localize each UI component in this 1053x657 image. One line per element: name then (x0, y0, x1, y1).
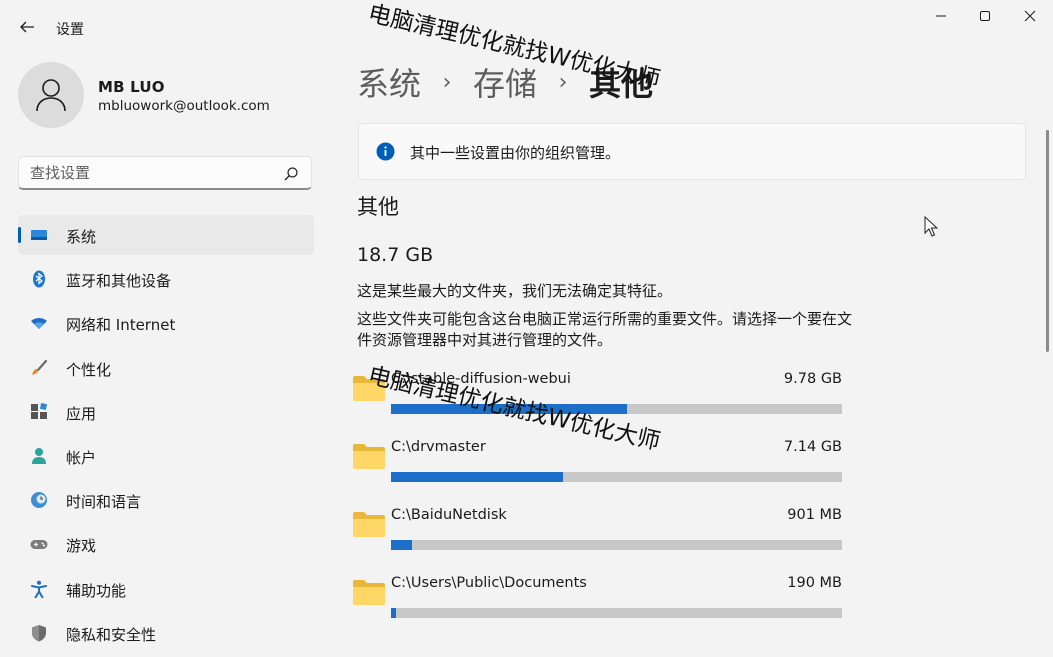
sidebar-item-personalization[interactable]: 个性化 (18, 348, 314, 388)
folder-row[interactable]: C:\Users\Public\Documents 190 MB (352, 572, 852, 640)
folder-path: C:\Users\Public\Documents (391, 575, 587, 591)
wifi-icon (31, 318, 47, 330)
arrow-left-icon (20, 21, 34, 33)
usage-bar (391, 608, 842, 618)
folder-size: 901 MB (787, 507, 842, 523)
bluetooth-icon (33, 270, 45, 288)
breadcrumb-item-storage[interactable]: 存储 (473, 59, 537, 105)
monitor-icon (31, 230, 47, 240)
folder-path: C:\drvmaster (391, 439, 486, 455)
maximize-button[interactable] (962, 0, 1008, 32)
folder-path: C:\stable-diffusion-webui (391, 371, 571, 387)
sidebar-item-label: 辅助功能 (66, 581, 127, 600)
shield-icon (32, 624, 46, 642)
folder-size: 7.14 GB (783, 439, 842, 455)
page-title: 其他 (589, 65, 654, 103)
info-text: 其中一些设置由你的组织管理。 (410, 144, 621, 162)
folder-list: C:\stable-diffusion-webui 9.78 GB C:\drv… (352, 368, 852, 640)
account-icon (32, 447, 46, 464)
app-title: 设置 (56, 22, 84, 38)
accessibility-icon (31, 580, 47, 598)
usage-bar-fill (391, 472, 564, 482)
sidebar-item-label: 网络和 Internet (66, 316, 176, 335)
avatar (18, 62, 84, 128)
description-text: 这是某些最大的文件夹，我们无法确定其特征。 (357, 282, 673, 300)
person-icon (36, 79, 66, 112)
minimize-button[interactable] (918, 0, 964, 32)
minimize-icon (936, 15, 946, 17)
folder-icon (353, 580, 385, 605)
info-icon (376, 142, 395, 161)
sidebar-item-label: 时间和语言 (66, 493, 142, 512)
breadcrumb-item-system[interactable]: 系统 (357, 59, 421, 105)
user-name: MB LUO (98, 78, 165, 96)
back-button[interactable] (14, 14, 40, 40)
usage-bar (391, 472, 842, 482)
sidebar-item-privacy[interactable]: 隐私和安全性 (18, 613, 314, 653)
folder-size: 9.78 GB (783, 371, 842, 387)
search-input[interactable] (30, 163, 270, 183)
sidebar-item-accounts[interactable]: 帐户 (18, 436, 314, 476)
sidebar-item-system[interactable]: 系统 (18, 215, 314, 255)
usage-bar (391, 540, 842, 550)
folder-row[interactable]: C:\drvmaster 7.14 GB (352, 436, 852, 504)
gamepad-icon (30, 540, 48, 550)
sidebar-item-label: 系统 (66, 228, 97, 246)
sidebar-item-label: 个性化 (66, 360, 112, 379)
folder-icon (353, 376, 385, 401)
info-banner: 其中一些设置由你的组织管理。 (358, 123, 1026, 180)
close-icon (1024, 10, 1036, 22)
user-profile[interactable]: MB LUO mbluowork@outlook.com (18, 62, 318, 130)
apps-icon (31, 402, 48, 419)
search-box[interactable] (18, 156, 312, 190)
sidebar-item-gaming[interactable]: 游戏 (18, 524, 314, 564)
folder-size: 190 MB (787, 575, 842, 591)
breadcrumb-separator: › (558, 69, 568, 95)
total-size: 18.7 GB (357, 244, 434, 266)
usage-bar-fill (391, 608, 396, 618)
sidebar-item-label: 帐户 (66, 448, 97, 467)
folder-icon (353, 444, 385, 469)
sidebar-item-time-language[interactable]: 时间和语言 (18, 480, 314, 520)
sidebar-nav: 系统 蓝牙和其他设备 网络和 Internet 个性化 应用 帐户 时间和语言 … (18, 215, 314, 657)
usage-bar (391, 404, 842, 414)
folder-icon (353, 512, 385, 537)
description-text-2: 这些文件夹可能包含这台电脑正常运行所需的重要文件。请选择一个要在文件资源管理器中… (357, 310, 853, 349)
title-bar: 设置 (0, 0, 1053, 44)
sidebar-item-apps[interactable]: 应用 (18, 392, 314, 432)
usage-bar-fill (391, 404, 627, 414)
folder-path: C:\BaiduNetdisk (391, 507, 507, 523)
scrollbar-thumb[interactable] (1046, 130, 1049, 352)
maximize-icon (980, 11, 990, 21)
sidebar-item-bluetooth[interactable]: 蓝牙和其他设备 (18, 259, 314, 299)
sidebar-item-label: 游戏 (66, 537, 97, 556)
breadcrumb: 系统 › 存储 › 其他 (357, 56, 653, 108)
globe-clock-icon (31, 492, 47, 509)
brush-icon (32, 359, 48, 375)
usage-bar-fill (391, 540, 413, 550)
folder-row[interactable]: C:\BaiduNetdisk 901 MB (352, 504, 852, 572)
user-email: mbluowork@outlook.com (98, 98, 270, 114)
sidebar-item-label: 隐私和安全性 (66, 625, 157, 644)
sidebar-item-accessibility[interactable]: 辅助功能 (18, 569, 314, 609)
mouse-cursor-icon (924, 216, 938, 237)
sidebar-item-label: 蓝牙和其他设备 (66, 272, 172, 291)
breadcrumb-separator: › (442, 69, 452, 95)
search-icon[interactable] (283, 166, 299, 182)
section-title: 其他 (357, 195, 399, 219)
sidebar-item-label: 应用 (66, 404, 97, 423)
close-button[interactable] (1007, 0, 1053, 32)
sidebar-item-network[interactable]: 网络和 Internet (18, 303, 314, 343)
folder-row[interactable]: C:\stable-diffusion-webui 9.78 GB (352, 368, 852, 436)
